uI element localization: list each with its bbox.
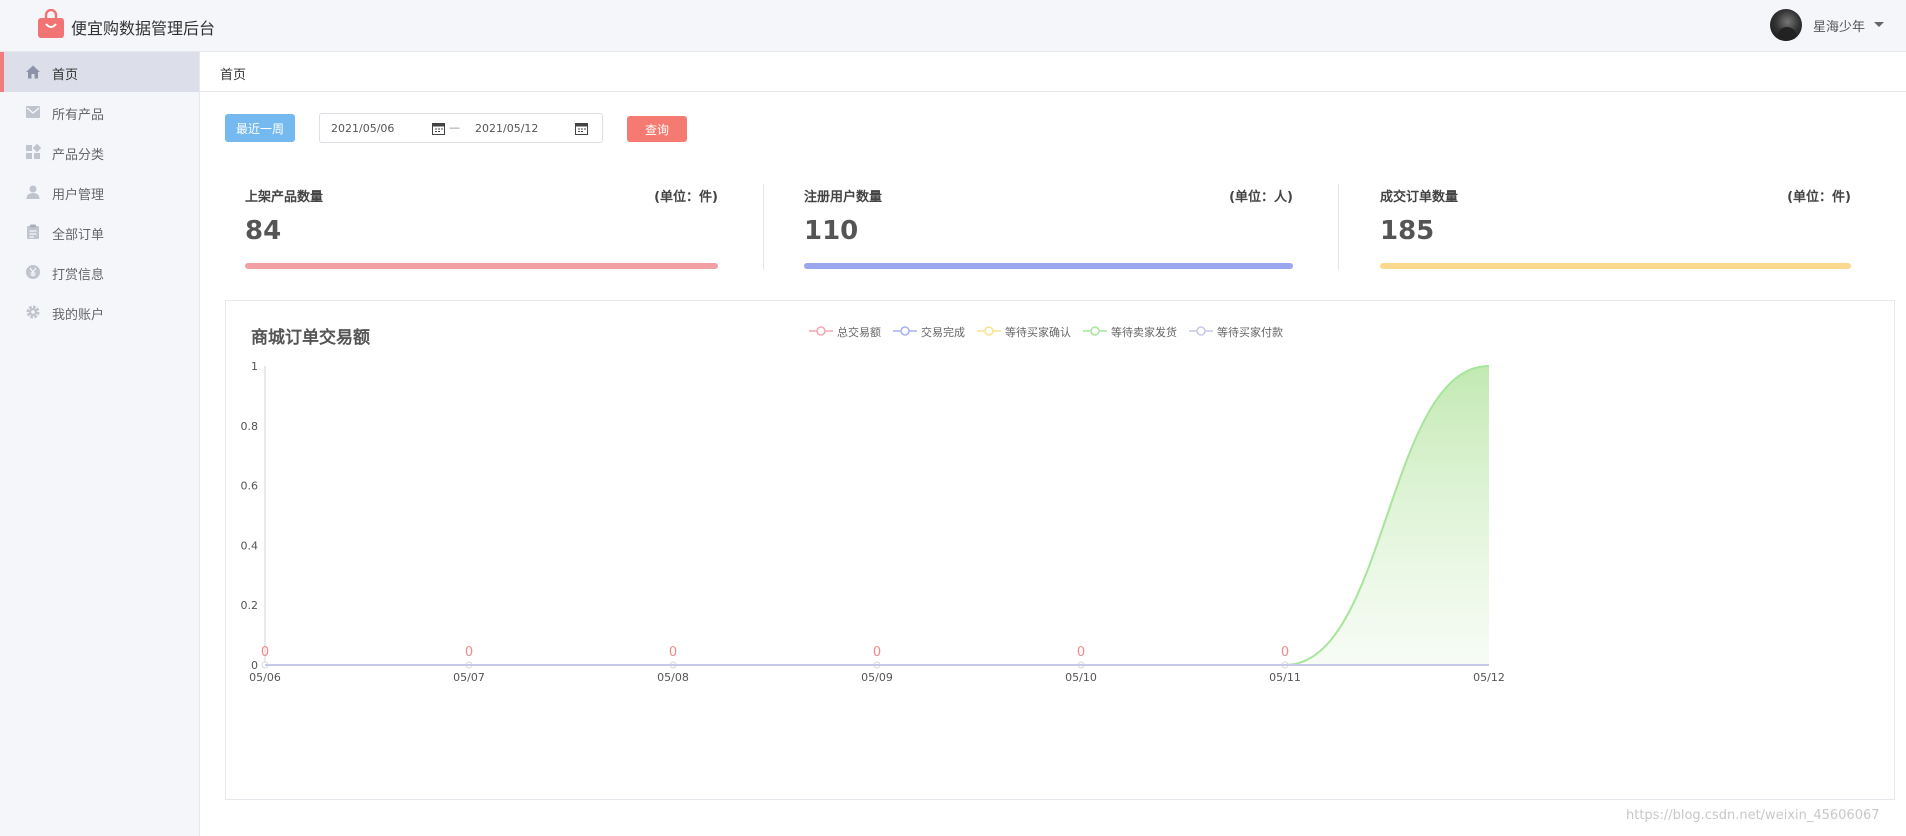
stat-divider [763,184,764,270]
yen-coin-icon [26,265,40,279]
sidebar-item-products[interactable]: 所有产品 [0,92,199,132]
stat-title: 成交订单数量 [1380,190,1459,205]
stat-bar [245,263,718,269]
data-label: 0 [261,645,269,660]
username[interactable]: 星海少年 [1813,16,1865,35]
x-tick-label: 05/10 [1065,671,1097,684]
stat-card-users: 注册用户数量 (单位：人) 110 [804,178,1293,278]
query-button[interactable]: 查询 [627,116,687,142]
y-tick-label: 0.8 [241,420,259,433]
sidebar-item-label: 打赏信息 [52,268,105,283]
sidebar-item-categories[interactable]: 产品分类 [0,132,199,172]
legend-label: 总交易额 [837,326,881,339]
watermark: https://blog.csdn.net/weixin_45606067 [1626,808,1880,823]
legend-label: 等待卖家发货 [1111,326,1177,339]
sidebar-item-label: 全部订单 [52,228,105,243]
sidebar: 首页 所有产品 产品分类 用户管理 全部订单 打赏信息 我的账户 [0,52,200,836]
x-tick-label: 05/11 [1269,671,1301,684]
shopping-bag-icon [38,9,64,38]
app-title: 便宜购数据管理后台 [71,19,216,38]
home-icon [26,65,40,79]
avatar[interactable] [1770,9,1802,41]
data-label: 0 [1077,645,1085,660]
mail-icon [26,106,40,118]
y-tick-label: 0.2 [241,599,259,612]
y-tick-label: 1 [251,360,258,373]
chart-panel: 0 0.2 0.4 0.6 0.8 1 05/06 05/07 05/08 05/09 05/10 0… [225,300,1895,800]
y-tick-label: 0.6 [241,480,259,493]
stat-value: 84 [245,216,282,246]
calendar-icon[interactable] [575,122,588,135]
legend-swatch [977,326,1001,336]
end-date-input[interactable] [475,120,565,136]
top-bar: 便宜购数据管理后台 星海少年 [0,0,1906,52]
calendar-icon[interactable] [432,122,445,135]
user-icon [26,185,40,199]
stat-bar [1380,263,1851,269]
stat-unit: (单位：件) [654,190,718,205]
date-separator: — [449,121,460,134]
legend-swatch [1083,326,1107,336]
data-label: 0 [669,645,677,660]
stat-value: 110 [804,216,859,246]
breadcrumb: 首页 [200,52,1906,92]
category-icon [26,144,41,159]
order-amount-chart: 0 0.2 0.4 0.6 0.8 1 05/06 05/07 05/08 05/09 05/10 0… [241,360,1505,684]
series-line [265,365,1490,667]
clipboard-icon [27,224,39,239]
y-tick-label: 0.4 [241,539,259,552]
sidebar-item-orders[interactable]: 全部订单 [0,212,199,252]
stat-unit: (单位：人) [1229,190,1293,205]
stat-title: 上架产品数量 [245,190,324,205]
series-area [265,366,1489,665]
legend-swatch [893,326,917,336]
sidebar-item-users[interactable]: 用户管理 [0,172,199,212]
stat-value: 185 [1380,216,1435,246]
x-tick-label: 05/08 [657,671,689,684]
sidebar-item-label: 产品分类 [52,148,105,163]
stat-unit: (单位：件) [1787,190,1851,205]
sidebar-item-label: 用户管理 [52,188,105,203]
legend-swatch [1189,326,1213,336]
sidebar-item-home[interactable]: 首页 [0,52,199,92]
sidebar-item-rewards[interactable]: 打赏信息 [0,252,199,292]
chart-title: 商城订单交易额 [251,328,370,348]
stat-card-orders: 成交订单数量 (单位：件) 185 [1380,178,1851,278]
x-tick-label: 05/06 [249,671,281,684]
recent-week-button[interactable]: 最近一周 [225,114,295,142]
caret-down-icon[interactable] [1874,22,1884,27]
data-label: 0 [465,645,473,660]
date-range-picker[interactable]: — [319,113,603,143]
legend-label: 等待买家确认 [1005,326,1071,339]
legend-swatch [809,326,833,336]
stat-bar [804,263,1293,269]
x-tick-label: 05/12 [1473,671,1505,684]
stat-card-products: 上架产品数量 (单位：件) 84 [245,178,718,278]
stat-title: 注册用户数量 [804,190,883,205]
stat-divider [1338,184,1339,270]
sidebar-item-label: 所有产品 [52,108,105,123]
breadcrumb-current[interactable]: 首页 [220,64,246,83]
legend-label: 交易完成 [921,326,965,339]
x-tick-label: 05/07 [453,671,485,684]
sidebar-item-label: 首页 [52,68,79,83]
gear-icon [26,305,40,319]
start-date-input[interactable] [331,120,421,136]
sidebar-item-account[interactable]: 我的账户 [0,292,199,332]
legend-label: 等待买家付款 [1217,326,1283,339]
data-label: 0 [873,645,881,660]
sidebar-item-label: 我的账户 [52,308,105,323]
x-tick-label: 05/09 [861,671,893,684]
data-label: 0 [1281,645,1289,660]
